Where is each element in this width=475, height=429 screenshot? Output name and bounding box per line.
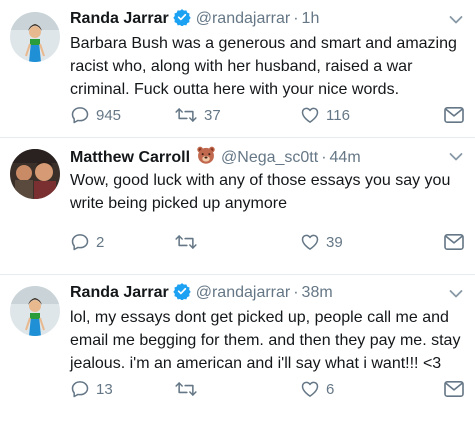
tweet-text: lol, my essays dont get picked up, peopl… [70, 309, 461, 372]
reply-count: 2 [96, 233, 105, 251]
display-name[interactable]: Matthew Carroll [70, 149, 190, 166]
reply-icon [70, 379, 90, 399]
like-count: 116 [326, 106, 350, 124]
action-bar: 945 37 116 [70, 104, 465, 126]
tweet-header: Randa Jarrar @randajarrar · 1h [70, 8, 465, 30]
separator: · [293, 284, 299, 301]
avatar[interactable] [10, 12, 60, 62]
timestamp[interactable]: 1h [302, 10, 320, 27]
like-button[interactable]: 116 [300, 104, 350, 126]
message-icon [443, 233, 465, 251]
tweet-header: Matthew Carroll @Nega_sc0tt · 44m [70, 145, 465, 167]
direct-message-button[interactable] [443, 104, 465, 126]
display-name[interactable]: Randa Jarrar [70, 10, 169, 27]
timestamp[interactable]: 38m [302, 284, 333, 301]
like-button[interactable]: 39 [300, 231, 343, 253]
like-icon [300, 379, 320, 399]
tweet-2[interactable]: Matthew Carroll @Nega_sc0tt · 44m Wow, good… [0, 137, 475, 274]
message-icon [443, 380, 465, 398]
reply-button[interactable]: 945 [70, 104, 121, 126]
retweet-button[interactable]: 37 [174, 104, 221, 126]
reply-icon [70, 105, 90, 125]
avatar[interactable] [10, 149, 60, 199]
like-count: 6 [326, 380, 335, 398]
handle[interactable]: @randajarrar [196, 284, 291, 301]
timestamp[interactable]: 44m [330, 149, 361, 166]
separator: · [293, 10, 299, 27]
reply-icon [70, 232, 90, 252]
tweet-text: Wow, good luck with any of those essays … [70, 172, 451, 212]
action-bar: 2 39 [70, 231, 465, 253]
chevron-down-icon[interactable] [449, 149, 463, 167]
like-count: 39 [326, 233, 343, 251]
verified-badge-icon [173, 8, 191, 31]
tweet-header: Randa Jarrar @randajarrar · 38m [70, 282, 465, 304]
display-name[interactable]: Randa Jarrar [70, 284, 169, 301]
tweet-3[interactable]: Randa Jarrar @randajarrar · 38m lol, my ess… [0, 274, 475, 429]
verified-badge-icon [173, 282, 191, 305]
reply-count: 945 [96, 106, 122, 124]
tweet-1[interactable]: Randa Jarrar @randajarrar · 1h Barbara Bush… [0, 0, 475, 137]
direct-message-button[interactable] [443, 378, 465, 400]
like-icon [300, 232, 320, 252]
chevron-down-icon[interactable] [449, 12, 463, 30]
handle[interactable]: @randajarrar [196, 10, 291, 27]
retweet-count: 37 [204, 106, 221, 124]
retweet-icon [174, 105, 198, 125]
retweet-icon [174, 232, 198, 252]
avatar[interactable] [10, 286, 60, 336]
message-icon [443, 106, 465, 124]
handle[interactable]: @Nega_sc0tt [221, 149, 318, 166]
like-button[interactable]: 6 [300, 378, 334, 400]
tweet-text: Barbara Bush was a generous and smart an… [70, 35, 457, 98]
retweet-button[interactable] [174, 231, 204, 253]
reply-button[interactable]: 2 [70, 231, 104, 253]
action-bar: 13 6 [70, 378, 465, 400]
chevron-down-icon[interactable] [449, 286, 463, 304]
direct-message-button[interactable] [443, 231, 465, 253]
reply-count: 13 [96, 380, 113, 398]
retweet-button[interactable] [174, 378, 204, 400]
bear-emoji-icon [196, 145, 216, 170]
reply-button[interactable]: 13 [70, 378, 113, 400]
separator: · [321, 149, 327, 166]
like-icon [300, 105, 320, 125]
retweet-icon [174, 379, 198, 399]
tweet-thread: Randa Jarrar @randajarrar · 1h Barbara Bush… [0, 0, 475, 429]
